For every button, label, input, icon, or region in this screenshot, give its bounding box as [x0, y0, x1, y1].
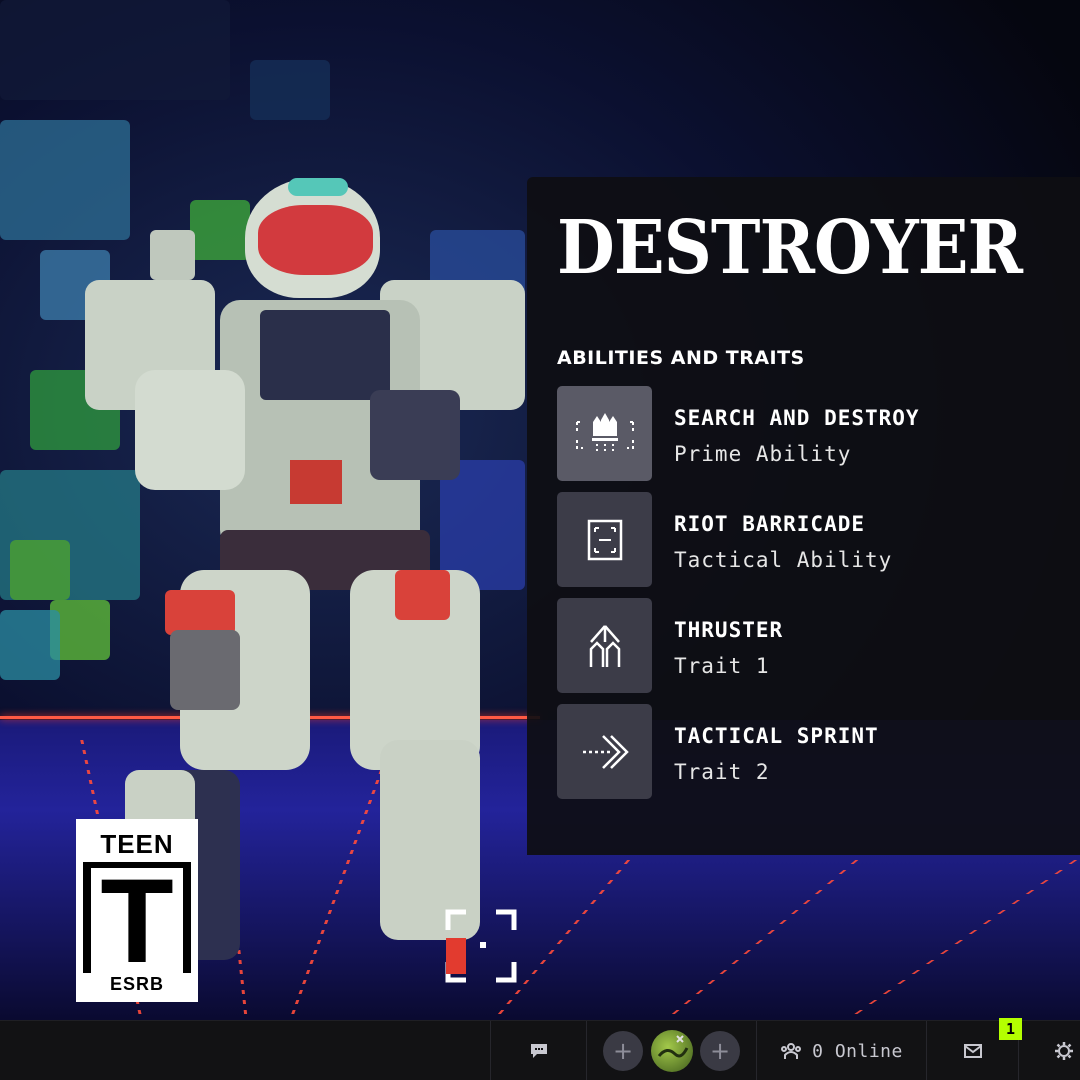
tactical-sprint-icon: [557, 704, 652, 799]
ability-item-search-and-destroy[interactable]: SEARCH AND DESTROY Prime Ability: [557, 386, 1037, 482]
bottom-bar: + + 0 Online: [0, 1020, 1080, 1080]
chat-button[interactable]: [490, 1021, 586, 1080]
online-count-text: 0 Online: [812, 1040, 903, 1062]
bg-block: [10, 540, 70, 600]
mail-icon: [963, 1044, 982, 1058]
party-slots: + +: [586, 1021, 756, 1080]
ability-item-thruster[interactable]: THRUSTER Trait 1: [557, 598, 1037, 694]
friends-icon: [781, 1043, 802, 1059]
ability-type: Prime Ability: [674, 442, 852, 466]
bg-block: [250, 60, 330, 120]
bg-block: [0, 610, 60, 680]
chat-icon: [530, 1044, 547, 1058]
character-info-panel: DESTROYER ABILITIES AND TRAITS SEARCH AN…: [527, 177, 1080, 855]
player-avatar[interactable]: [650, 1030, 693, 1072]
rating-bottom-text: ESRB: [83, 973, 191, 995]
ability-item-tactical-sprint[interactable]: TACTICAL SPRINT Trait 2: [557, 704, 1037, 800]
ability-name: THRUSTER: [674, 618, 784, 642]
bg-block: [0, 0, 230, 100]
esrb-rating-badge: TEEN T ESRB: [76, 819, 198, 1002]
online-friends-button[interactable]: 0 Online: [756, 1021, 926, 1080]
settings-button[interactable]: [1018, 1021, 1080, 1080]
riot-barricade-icon: [557, 492, 652, 587]
ability-type: Tactical Ability: [674, 548, 893, 572]
rating-letter: T: [91, 861, 183, 981]
gear-icon: [1055, 1042, 1073, 1060]
ability-type: Trait 1: [674, 654, 770, 678]
character-name-title: DESTROYER: [557, 205, 1023, 291]
thruster-icon: [557, 598, 652, 693]
search-and-destroy-icon: [557, 386, 652, 481]
ability-name: RIOT BARRICADE: [674, 512, 866, 536]
add-party-member-button-right[interactable]: +: [700, 1031, 740, 1071]
add-party-member-button-left[interactable]: +: [603, 1031, 643, 1071]
ability-item-riot-barricade[interactable]: RIOT BARRICADE Tactical Ability: [557, 492, 1037, 588]
reticle-icon: [444, 908, 518, 984]
notification-count-badge: 1: [999, 1018, 1022, 1040]
ability-name: TACTICAL SPRINT: [674, 724, 879, 748]
ability-name: SEARCH AND DESTROY: [674, 406, 920, 430]
abilities-section-label: ABILITIES AND TRAITS: [557, 347, 805, 369]
ability-type: Trait 2: [674, 760, 770, 784]
